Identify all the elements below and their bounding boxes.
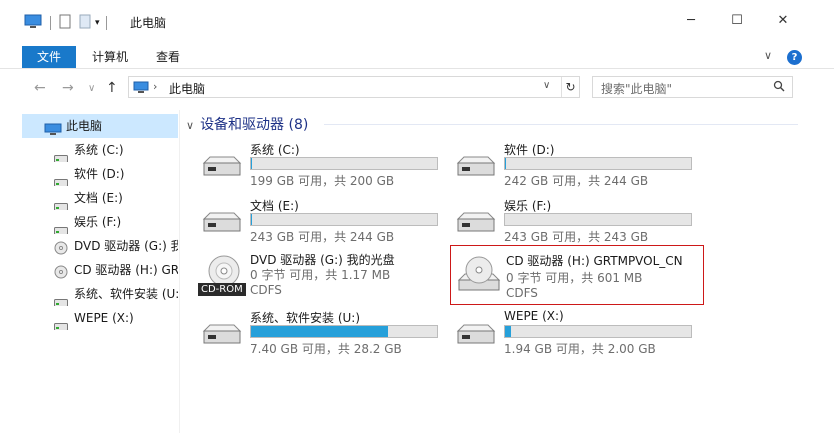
refresh-button[interactable]: ↻ — [561, 77, 579, 97]
group-title: 设备和驱动器 (8) — [200, 117, 309, 133]
drive-tile-d[interactable]: 软件 (D:) 242 GB 可用，共 244 GB — [452, 141, 702, 193]
properties-icon[interactable] — [59, 14, 71, 32]
forward-button[interactable]: → — [62, 80, 74, 96]
pc-icon — [133, 81, 149, 97]
capacity-fill — [251, 158, 252, 169]
capacity-fill — [505, 326, 511, 337]
drive-icon — [54, 171, 68, 186]
drive-tile-e[interactable]: 文档 (E:) 243 GB 可用，共 244 GB — [198, 197, 448, 249]
quick-access-toolbar: ▾ — [24, 14, 113, 32]
group-divider — [324, 124, 798, 125]
new-folder-icon[interactable] — [79, 14, 91, 32]
capacity-bar — [250, 157, 438, 170]
chevron-right-icon[interactable]: › — [153, 80, 157, 93]
nav-item-x-drive[interactable]: WEPE (X:) — [0, 306, 178, 330]
capacity-bar — [504, 213, 692, 226]
capacity-bar — [504, 325, 692, 338]
drive-tile-h[interactable]: CD 驱动器 (H:) GRTMPVOL_CN 0 字节 可用，共 601 MB… — [450, 245, 704, 305]
address-dropdown-icon[interactable]: ∨ — [543, 80, 550, 91]
minimize-button[interactable]: ─ — [682, 12, 700, 30]
expand-ribbon-icon[interactable]: ∨ — [764, 49, 772, 62]
dvd-icon — [54, 239, 68, 258]
drive-size: 243 GB 可用，共 244 GB — [250, 230, 395, 244]
address-bar[interactable]: › 此电脑 ∨ ↻ — [128, 76, 580, 98]
search-input[interactable]: 搜索"此电脑" — [592, 76, 793, 98]
nav-item-e-drive[interactable]: 文档 (E:) — [0, 186, 178, 210]
drive-icon — [54, 315, 68, 330]
close-button[interactable]: ✕ — [774, 12, 792, 30]
drive-icon — [54, 147, 68, 162]
drive-icon — [202, 211, 242, 238]
drive-tile-x[interactable]: WEPE (X:) 1.94 GB 可用，共 2.00 GB — [452, 309, 702, 361]
group-header[interactable]: ∨ 设备和驱动器 (8) — [186, 114, 308, 134]
cd-icon — [457, 256, 501, 295]
drive-filesystem: CDFS — [250, 283, 282, 297]
drive-name: CD 驱动器 (H:) GRTMPVOL_CN — [506, 254, 683, 268]
help-icon[interactable]: ? — [787, 50, 802, 65]
drive-icon — [54, 291, 68, 306]
drive-icon — [456, 323, 496, 350]
tab-computer[interactable]: 计算机 — [88, 46, 132, 68]
chevron-down-icon[interactable]: ∨ — [186, 119, 194, 132]
nav-item-f-drive[interactable]: 娱乐 (F:) — [0, 210, 178, 234]
capacity-fill — [251, 214, 252, 225]
drive-icon — [456, 155, 496, 182]
drive-name: WEPE (X:) — [504, 309, 564, 323]
nav-item-d-drive[interactable]: 软件 (D:) — [0, 162, 178, 186]
drive-icon — [456, 211, 496, 238]
drive-size: 243 GB 可用，共 243 GB — [504, 230, 649, 244]
capacity-fill — [251, 326, 389, 337]
drive-size: 1.94 GB 可用，共 2.00 GB — [504, 342, 656, 356]
drive-size: 0 字节 可用，共 1.17 MB — [250, 268, 391, 282]
drive-name: 娱乐 (F:) — [504, 199, 552, 213]
breadcrumb[interactable]: 此电脑 — [169, 80, 205, 97]
recent-locations-icon[interactable]: ∨ — [88, 83, 95, 94]
drive-name: 软件 (D:) — [504, 143, 555, 157]
drive-icon — [202, 323, 242, 350]
drive-size: 7.40 GB 可用，共 28.2 GB — [250, 342, 402, 356]
nav-item-h-drive[interactable]: CD 驱动器 (H:) GRT — [0, 258, 178, 282]
drive-icon — [54, 195, 68, 210]
maximize-button[interactable]: ☐ — [728, 12, 746, 30]
tab-view[interactable]: 查看 — [150, 46, 186, 68]
up-button[interactable]: ↑ — [106, 80, 118, 96]
drive-name: 系统 (C:) — [250, 143, 300, 157]
back-button[interactable]: ← — [34, 80, 46, 96]
customize-dropdown-icon[interactable]: ▾ — [95, 18, 100, 28]
nav-item-c-drive[interactable]: 系统 (C:) — [0, 138, 178, 162]
drive-icon — [202, 155, 242, 182]
navigation-pane: 此电脑 系统 (C:) 软件 (D:) 文档 (E:) 娱乐 (F:) DVD … — [0, 110, 180, 433]
capacity-fill — [505, 158, 507, 169]
drive-tile-u[interactable]: 系统、软件安装 (U:) 7.40 GB 可用，共 28.2 GB — [198, 309, 448, 361]
drive-name: 文档 (E:) — [250, 199, 299, 213]
window-title: 此电脑 — [130, 16, 167, 30]
drive-name: 系统、软件安装 (U:) — [250, 311, 361, 325]
drive-size: 0 字节 可用，共 601 MB — [506, 271, 643, 285]
search-placeholder: 搜索"此电脑" — [601, 82, 673, 96]
ribbon-tabs: 文件 计算机 查看 — [0, 46, 834, 68]
drive-tile-f[interactable]: 娱乐 (F:) 243 GB 可用，共 243 GB — [452, 197, 702, 249]
cd-rom-badge: CD-ROM — [198, 283, 246, 296]
drive-icon — [54, 219, 68, 234]
drive-size: 199 GB 可用，共 200 GB — [250, 174, 395, 188]
nav-item-this-pc[interactable]: 此电脑 — [22, 114, 178, 138]
ribbon-divider — [0, 68, 834, 69]
title-bar: ▾ 此电脑 ─ ☐ ✕ — [0, 0, 834, 40]
nav-item-g-drive[interactable]: DVD 驱动器 (G:) 我 — [0, 234, 178, 258]
search-icon[interactable] — [773, 80, 785, 95]
pc-icon — [44, 120, 62, 138]
drive-tile-g[interactable]: CD-ROM DVD 驱动器 (G:) 我的光盘 0 字节 可用，共 1.17 … — [198, 251, 448, 303]
pc-icon[interactable] — [24, 14, 42, 32]
capacity-bar — [504, 157, 692, 170]
capacity-bar — [250, 213, 438, 226]
capacity-bar — [250, 325, 438, 338]
drive-tile-c[interactable]: 系统 (C:) 199 GB 可用，共 200 GB — [198, 141, 448, 193]
tab-file[interactable]: 文件 — [22, 46, 76, 68]
drive-filesystem: CDFS — [506, 286, 538, 300]
nav-item-u-drive[interactable]: 系统、软件安装 (U: — [0, 282, 178, 306]
drive-size: 242 GB 可用，共 244 GB — [504, 174, 649, 188]
cd-icon — [54, 263, 68, 282]
